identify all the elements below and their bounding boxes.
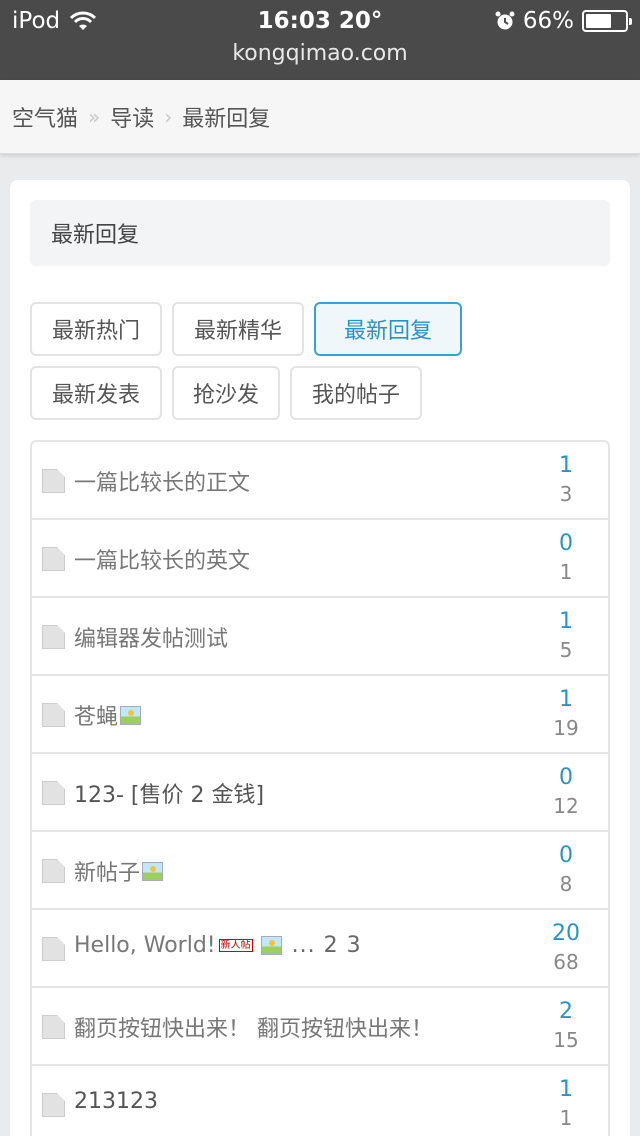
thread-title[interactable]: Hello, World! <box>74 933 216 958</box>
thread-title-wrap[interactable]: Hello, World! 新人帖 ... 2 3 <box>74 933 362 958</box>
status-bar: iPod 16:03 20° 66% kongqimao.com <box>0 0 640 80</box>
thread-title[interactable]: 123- [售价 2 金钱] <box>74 777 264 809</box>
reply-count: 1 <box>559 609 573 634</box>
thread-row[interactable]: 编辑器发帖测试 1 5 <box>32 598 608 676</box>
reply-count: 2 <box>559 999 573 1024</box>
view-count: 19 <box>553 716 579 740</box>
reply-count: 0 <box>559 765 573 790</box>
thread-row[interactable]: 123- [售价 2 金钱] 0 12 <box>32 754 608 832</box>
thread-counts: 0 12 <box>544 764 588 820</box>
url-bar[interactable]: kongqimao.com <box>0 41 640 66</box>
thread-title-wrap[interactable]: 苍蝇 <box>74 699 142 731</box>
thread-title[interactable]: 新帖子 <box>74 855 140 887</box>
tab-hot[interactable]: 最新热门 <box>30 302 162 356</box>
tab-digest[interactable]: 最新精华 <box>172 302 304 356</box>
alarm-icon <box>495 11 515 30</box>
reply-count: 1 <box>559 687 573 712</box>
view-count: 15 <box>553 1028 579 1052</box>
document-icon <box>42 469 65 493</box>
content-card: 最新回复 最新热门 最新精华 最新回复 最新发表 抢沙发 我的帖子 一篇比较长的… <box>10 180 630 1136</box>
view-count: 3 <box>559 482 573 506</box>
tab-latest-reply[interactable]: 最新回复 <box>314 302 462 356</box>
thread-title[interactable]: 213123 <box>74 1089 158 1114</box>
thread-title[interactable]: 编辑器发帖测试 <box>74 621 228 653</box>
image-icon <box>260 936 282 955</box>
view-count: 68 <box>553 950 579 974</box>
battery-percent: 66% <box>522 8 574 34</box>
reply-count: 1 <box>559 1077 573 1102</box>
breadcrumb-separator: › <box>164 104 173 129</box>
document-icon <box>42 1093 65 1117</box>
reply-count: 0 <box>559 531 573 556</box>
reply-count: 20 <box>552 921 580 946</box>
view-count: 1 <box>559 1106 573 1130</box>
thread-list: 一篇比较长的正文 1 3 一篇比较长的英文 0 1 编辑器发帖测试 1 5 苍蝇… <box>30 440 610 1136</box>
document-icon <box>42 625 65 649</box>
section-title: 最新回复 <box>30 200 610 266</box>
thread-counts: 1 1 <box>544 1076 588 1132</box>
reply-count: 0 <box>559 843 573 868</box>
thread-counts: 20 68 <box>544 920 588 976</box>
reply-count: 1 <box>559 453 573 478</box>
thread-counts: 1 19 <box>544 686 588 742</box>
thread-counts: 0 1 <box>544 530 588 586</box>
thread-row[interactable]: 一篇比较长的正文 1 3 <box>32 442 608 520</box>
new-user-badge: 新人帖 <box>218 939 253 952</box>
view-count: 5 <box>559 638 573 662</box>
document-icon <box>42 859 65 883</box>
battery-fill <box>586 14 612 28</box>
tab-my-posts[interactable]: 我的帖子 <box>290 366 422 420</box>
image-icon <box>120 705 142 725</box>
thread-counts: 1 5 <box>544 608 588 664</box>
document-icon <box>42 1015 65 1039</box>
thread-title-wrap[interactable]: 新帖子 <box>74 855 164 887</box>
document-icon <box>42 703 65 727</box>
thread-row[interactable]: 苍蝇 1 19 <box>32 676 608 754</box>
image-icon <box>142 861 164 881</box>
document-icon <box>42 937 65 961</box>
view-count: 12 <box>553 794 579 818</box>
breadcrumb-separator: » <box>88 104 101 129</box>
thread-counts: 0 8 <box>544 842 588 898</box>
breadcrumb-guide[interactable]: 导读 <box>110 101 154 133</box>
thread-title[interactable]: 一篇比较长的正文 <box>74 465 250 497</box>
thread-row[interactable]: 新帖子 0 8 <box>32 832 608 910</box>
thread-row[interactable]: 一篇比较长的英文 0 1 <box>32 520 608 598</box>
tab-sofa[interactable]: 抢沙发 <box>172 366 280 420</box>
document-icon <box>42 547 65 571</box>
thread-counts: 1 3 <box>544 452 588 508</box>
status-right: 66% <box>495 8 632 34</box>
thread-counts: 2 15 <box>544 998 588 1054</box>
document-icon <box>42 781 65 805</box>
thread-row[interactable]: Hello, World! 新人帖 ... 2 3 20 68 <box>32 910 608 988</box>
thread-title[interactable]: 苍蝇 <box>74 699 118 731</box>
view-count: 1 <box>559 560 573 584</box>
view-count: 8 <box>559 872 573 896</box>
thread-row[interactable]: 213123 1 1 <box>32 1066 608 1136</box>
breadcrumb-home[interactable]: 空气猫 <box>12 101 78 133</box>
page-links[interactable]: ... 2 3 <box>292 933 362 958</box>
battery-icon <box>582 10 632 32</box>
breadcrumb-current: 最新回复 <box>182 106 271 132</box>
thread-row[interactable]: 翻页按钮快出来！ 翻页按钮快出来！ 2 15 <box>32 988 608 1066</box>
thread-title[interactable]: 一篇比较长的英文 <box>74 543 250 575</box>
thread-title[interactable]: 翻页按钮快出来！ 翻页按钮快出来！ <box>74 1011 433 1043</box>
breadcrumb: 空气猫 » 导读 › 最新回复 <box>0 80 640 154</box>
tab-latest-post[interactable]: 最新发表 <box>30 366 162 420</box>
